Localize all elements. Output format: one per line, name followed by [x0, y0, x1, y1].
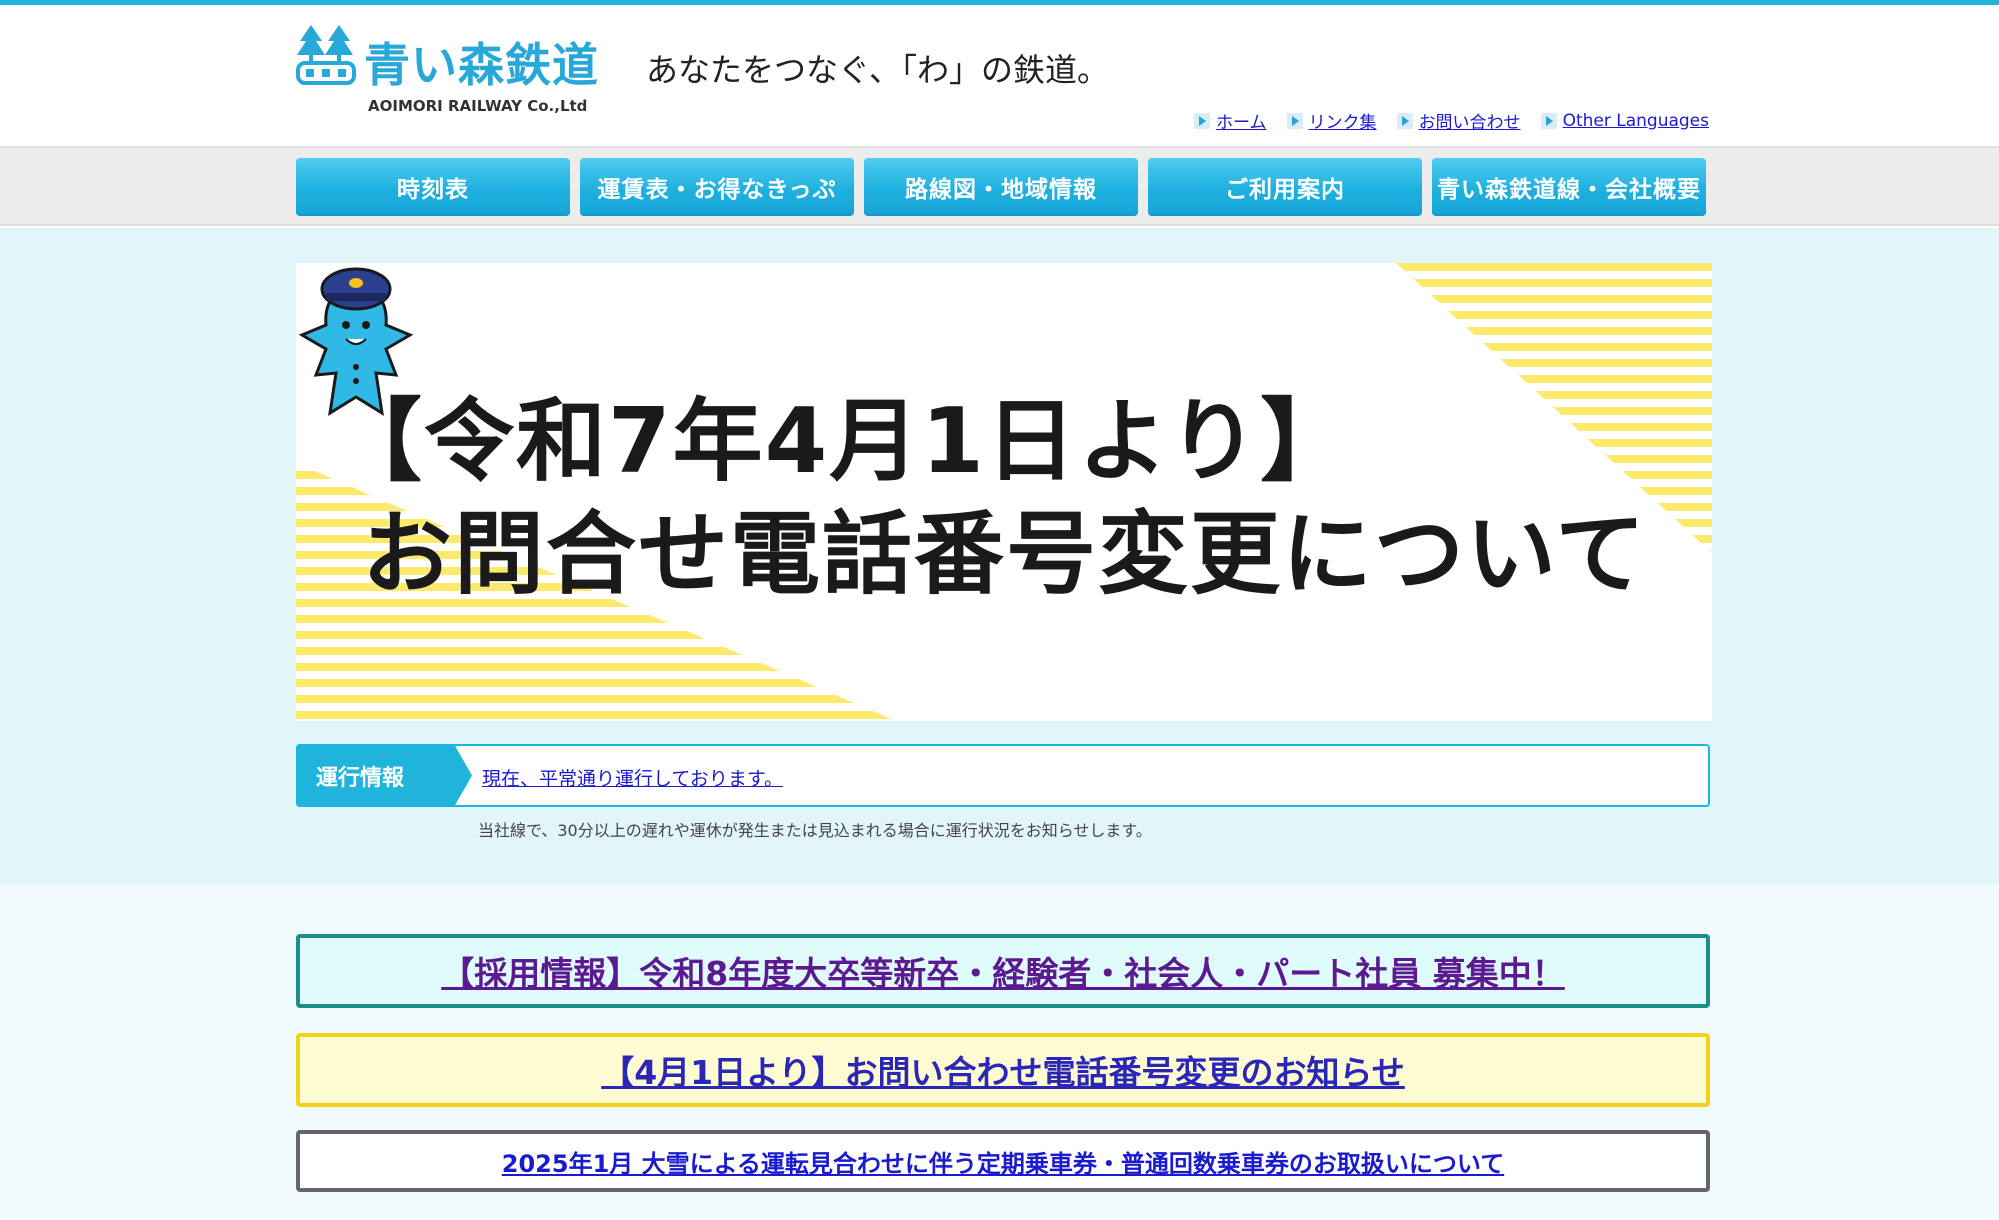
site-header: 青い森鉄道 AOIMORI RAILWAY Co.,Ltd あなたをつなぐ、「わ… [0, 5, 1999, 146]
notice-recruitment-link[interactable]: 【採用情報】令和8年度大卒等新卒・経験者・社会人・パート社員 募集中！ [441, 947, 1564, 995]
nav-guide[interactable]: ご利用案内 [1148, 158, 1422, 216]
nav-fares-tickets[interactable]: 運賃表・お得なきっぷ [580, 158, 854, 216]
arrow-bullet-icon [1194, 112, 1211, 129]
utility-links: ホーム リンク集 お問い合わせ Other Languages [1194, 108, 1709, 133]
nav-company-overview[interactable]: 青い森鉄道線・会社概要 [1432, 158, 1706, 216]
site-tagline: あなたをつなぐ、「わ」の鉄道。 [646, 51, 1110, 89]
arrow-bullet-icon [1286, 112, 1303, 129]
arrow-bullet-icon [1540, 112, 1557, 129]
tree-station-logo-icon [296, 25, 356, 85]
notice-phone-change-link[interactable]: 【4月1日より】お問い合わせ電話番号変更のお知らせ [601, 1046, 1405, 1094]
service-status-note: 当社線で、30分以上の遅れや運休が発生または見込まれる場合に運行状況をお知らせし… [478, 821, 1152, 840]
logo-title: 青い森鉄道 [364, 38, 599, 92]
notice-phone-change: 【4月1日より】お問い合わせ電話番号変更のお知らせ [296, 1033, 1710, 1107]
notice-snow-tickets-link[interactable]: 2025年1月 大雪による運転見合わせに伴う定期乗車券・普通回数乗車券のお取扱い… [502, 1144, 1504, 1179]
service-status-box: 運行情報 現在、平常通り運行しております。 [296, 744, 1710, 807]
global-nav-band: 時刻表 運賃表・お得なきっぷ 路線図・地域情報 ご利用案内 青い森鉄道線・会社概… [0, 146, 1999, 226]
arrow-bullet-icon [1396, 112, 1413, 129]
logo-subtitle: AOIMORI RAILWAY Co.,Ltd [368, 97, 588, 115]
util-link-home[interactable]: ホーム [1194, 108, 1267, 133]
site-logo[interactable]: 青い森鉄道 AOIMORI RAILWAY Co.,Ltd [296, 21, 616, 121]
service-status-label: 運行情報 [296, 744, 472, 807]
util-link-other-languages[interactable]: Other Languages [1540, 111, 1709, 131]
util-link-contact[interactable]: お問い合わせ [1396, 108, 1521, 133]
nav-timetable[interactable]: 時刻表 [296, 158, 570, 216]
main-banner[interactable]: 【令和7年4月1日より】 お問合せ電話番号変更について [296, 263, 1712, 721]
nav-route-map[interactable]: 路線図・地域情報 [864, 158, 1138, 216]
notice-snow-tickets: 2025年1月 大雪による運転見合わせに伴う定期乗車券・普通回数乗車券のお取扱い… [296, 1130, 1710, 1192]
util-link-links[interactable]: リンク集 [1286, 108, 1377, 133]
notices-section: 【採用情報】令和8年度大卒等新卒・経験者・社会人・パート社員 募集中！ 【4月1… [0, 884, 1999, 1220]
mascot-illustration [298, 267, 414, 416]
banner-headline-line1: 【令和7年4月1日より】 [332, 389, 1353, 494]
banner-headline-line2: お問合せ電話番号変更について [362, 502, 1648, 607]
service-status-link[interactable]: 現在、平常通り運行しております。 [482, 764, 783, 791]
hero-section: 【令和7年4月1日より】 お問合せ電話番号変更について 運行情報 現在、平常通り… [0, 228, 1999, 884]
global-nav: 時刻表 運賃表・お得なきっぷ 路線図・地域情報 ご利用案内 青い森鉄道線・会社概… [296, 158, 1706, 216]
notice-recruitment: 【採用情報】令和8年度大卒等新卒・経験者・社会人・パート社員 募集中！ [296, 934, 1710, 1008]
